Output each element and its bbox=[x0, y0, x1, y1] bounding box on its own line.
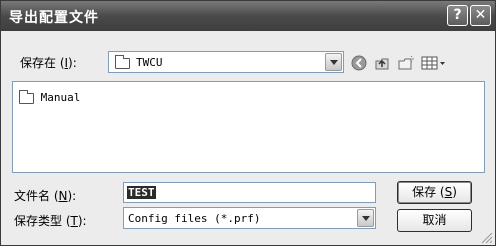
view-menu-icon[interactable] bbox=[421, 55, 447, 71]
close-button[interactable]: ✕ bbox=[470, 5, 491, 26]
list-item[interactable]: Manual bbox=[19, 89, 81, 104]
help-button[interactable]: ? bbox=[447, 5, 468, 26]
filetype-value: Config files (*.prf) bbox=[128, 212, 261, 225]
save-in-combobox[interactable]: TWCU bbox=[108, 51, 344, 73]
list-item-label: Manual bbox=[40, 91, 81, 104]
folder-icon bbox=[19, 89, 34, 104]
title-bar[interactable]: 导出配置文件 ? ✕ bbox=[1, 1, 495, 31]
filename-field[interactable]: TEST bbox=[123, 182, 376, 203]
filetype-combobox[interactable]: Config files (*.prf) bbox=[123, 207, 376, 229]
help-icon: ? bbox=[453, 7, 462, 23]
chevron-down-icon[interactable] bbox=[357, 209, 374, 227]
resize-grip-icon[interactable] bbox=[480, 231, 494, 245]
dialog-title: 导出配置文件 bbox=[9, 10, 99, 26]
file-list[interactable]: Manual bbox=[12, 81, 485, 173]
current-folder-name: TWCU bbox=[136, 56, 163, 69]
export-config-dialog: 导出配置文件 ? ✕ 保存在 (I): TWCU Manual 文件名 (N):… bbox=[0, 0, 496, 246]
back-arrow-icon[interactable] bbox=[351, 55, 368, 71]
save-in-label: 保存在 (I): bbox=[20, 56, 77, 70]
up-folder-icon[interactable] bbox=[373, 55, 391, 71]
save-button[interactable]: 保存 (S) bbox=[397, 181, 472, 204]
chevron-down-icon[interactable] bbox=[325, 53, 342, 71]
filetype-label: 保存类型 (T): bbox=[14, 214, 87, 228]
filename-value: TEST bbox=[127, 186, 156, 199]
close-icon: ✕ bbox=[474, 7, 487, 23]
folder-icon bbox=[115, 55, 130, 69]
new-folder-icon[interactable] bbox=[397, 55, 415, 71]
cancel-button[interactable]: 取消 bbox=[397, 209, 472, 232]
filename-label: 文件名 (N): bbox=[14, 189, 77, 203]
